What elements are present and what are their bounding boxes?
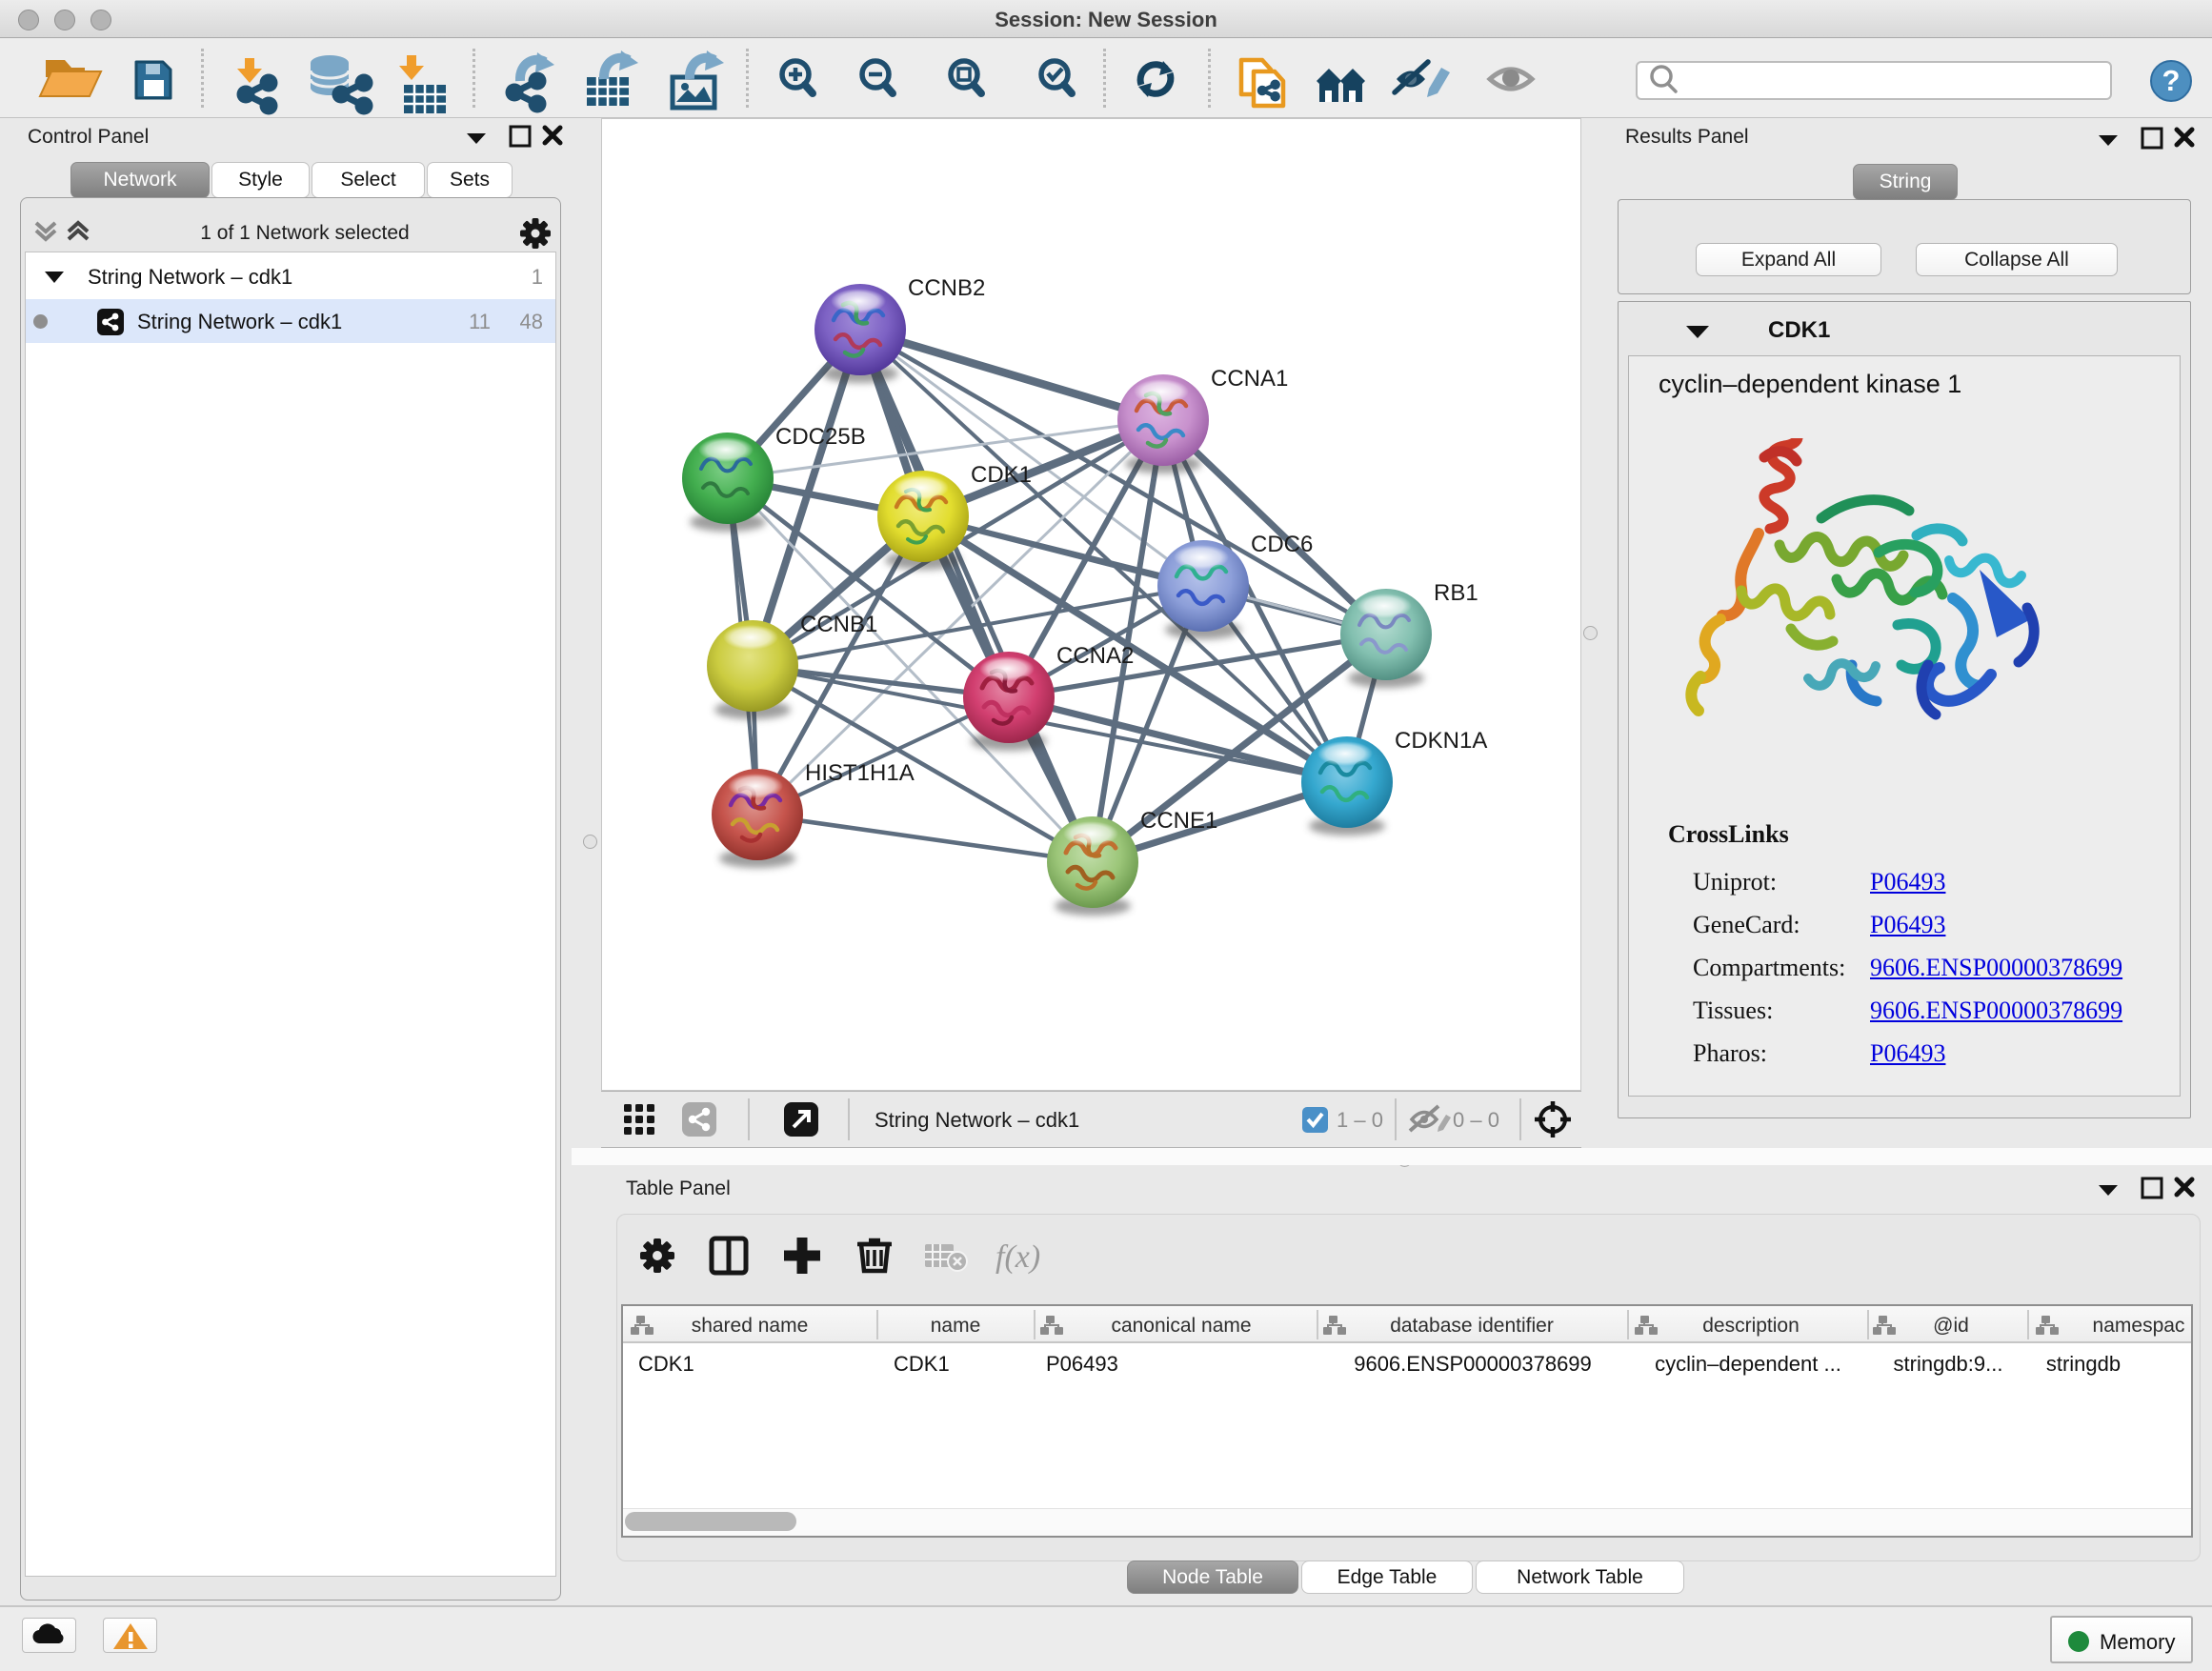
svg-text:description: description — [1702, 1315, 1800, 1337]
svg-text:CCNA1: CCNA1 — [1211, 366, 1288, 392]
svg-text:namespac: namespac — [2093, 1315, 2185, 1337]
svg-text:CDK1: CDK1 — [971, 462, 1032, 488]
svg-text:CCNE1: CCNE1 — [1140, 808, 1217, 834]
svg-text:@id: @id — [1933, 1315, 1969, 1337]
svg-text:CDKN1A: CDKN1A — [1395, 728, 1487, 754]
svg-text:String Network – cdk1: String Network – cdk1 — [875, 1108, 1079, 1132]
svg-text:CDC25B: CDC25B — [775, 424, 866, 450]
svg-text:f(x): f(x) — [995, 1239, 1040, 1275]
svg-text:name: name — [931, 1315, 981, 1337]
svg-text:1 – 0: 1 – 0 — [1337, 1108, 1383, 1132]
svg-text:CCNA2: CCNA2 — [1056, 643, 1134, 669]
svg-text:canonical name: canonical name — [1111, 1315, 1251, 1337]
svg-text:database identifier: database identifier — [1390, 1315, 1554, 1337]
svg-text:CCNB2: CCNB2 — [908, 275, 985, 301]
svg-text:0 – 0: 0 – 0 — [1453, 1108, 1499, 1132]
svg-text:CDC6: CDC6 — [1251, 532, 1313, 557]
svg-text:HIST1H1A: HIST1H1A — [805, 760, 915, 786]
svg-text:CCNB1: CCNB1 — [800, 612, 877, 637]
svg-text:shared name: shared name — [692, 1315, 809, 1337]
svg-text:RB1: RB1 — [1434, 580, 1478, 606]
svg-text:?: ? — [2162, 64, 2181, 97]
